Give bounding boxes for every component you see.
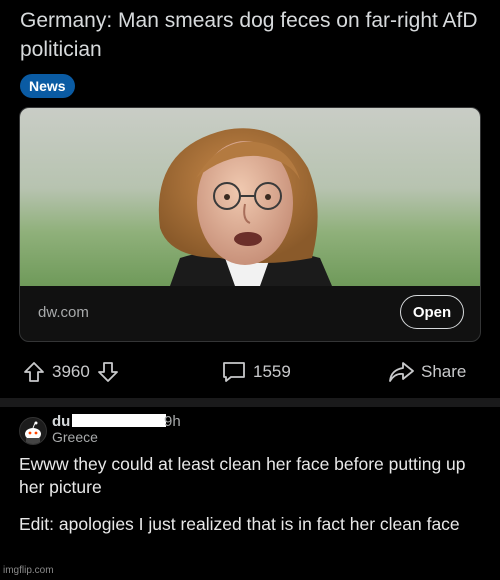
share-button[interactable]: Share (387, 360, 466, 384)
article-thumbnail-image (20, 108, 480, 286)
comment-bubble-icon (221, 360, 247, 384)
comment-body: Ewww they could at least clean her face … (19, 453, 484, 550)
post-action-bar: 3960 1559 Share (0, 360, 500, 392)
link-domain: dw.com (38, 304, 89, 321)
open-link-button[interactable]: Open (400, 295, 464, 329)
reddit-snoo-avatar-icon[interactable] (19, 417, 47, 445)
section-divider (0, 398, 500, 407)
comment-count: 1559 (253, 362, 291, 381)
vote-count: 3960 (52, 362, 90, 381)
comment: du 9h Greece Ewww they could at least cl… (0, 407, 500, 580)
comments-button[interactable]: 1559 (221, 360, 291, 384)
comment-paragraph: Ewww they could at least clean her face … (19, 454, 466, 497)
redaction-bar (72, 414, 166, 427)
user-flair: Greece (52, 429, 98, 445)
comment-age: 9h (164, 413, 181, 430)
share-label: Share (421, 362, 467, 381)
share-arrow-icon (387, 360, 415, 384)
post-flair-badge[interactable]: News (20, 74, 75, 98)
comment-paragraph: Edit: apologies I just realized that is … (19, 514, 460, 534)
imgflip-watermark: imgflip.com (3, 565, 54, 576)
upvote-arrow-icon[interactable] (22, 360, 46, 384)
comment-username[interactable]: du (52, 413, 70, 430)
link-preview-card[interactable]: dw.com Open (19, 107, 481, 342)
post-title[interactable]: Germany: Man smears dog feces on far-rig… (20, 6, 480, 64)
downvote-arrow-icon[interactable] (96, 360, 120, 384)
vote-group: 3960 (22, 360, 120, 384)
